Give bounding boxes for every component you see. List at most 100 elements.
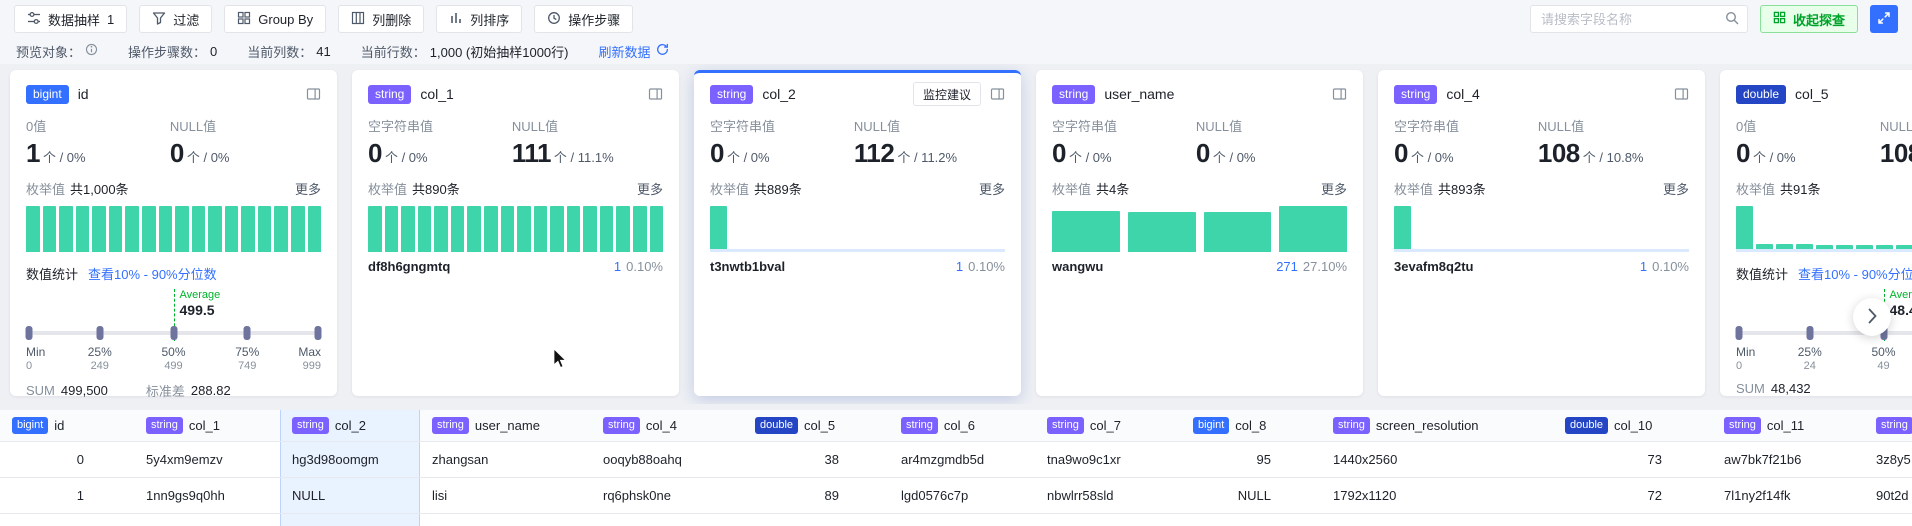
info-icon[interactable] <box>85 43 98 59</box>
operation-steps-button[interactable]: 操作步骤 <box>534 5 633 33</box>
histogram-bar[interactable] <box>710 206 727 249</box>
histogram-bar[interactable] <box>633 206 647 252</box>
quantile-link[interactable]: 查看10% - 90%分位数 <box>88 264 217 283</box>
table-header-cell[interactable]: string col_2 <box>280 410 420 441</box>
table-header-cell[interactable]: bigint id <box>0 410 134 441</box>
histogram-bar[interactable] <box>92 206 106 252</box>
histogram-bar[interactable] <box>258 206 272 252</box>
table-cell[interactable]: 72 <box>1553 478 1712 513</box>
table-cell[interactable]: 38 <box>743 442 889 477</box>
table-cell[interactable]: 89 <box>743 478 889 513</box>
histogram-bar[interactable] <box>1279 206 1347 252</box>
histogram-bar[interactable] <box>43 206 57 252</box>
column-delete-button[interactable]: 列删除 <box>338 5 424 33</box>
histogram-bar[interactable] <box>567 206 581 252</box>
table-cell[interactable]: hg3d98oomgm <box>280 442 420 477</box>
refresh-data-link[interactable]: 刷新数据 <box>599 42 669 61</box>
open-detail-panel-icon[interactable] <box>1332 87 1347 101</box>
cards-scroll-next-button[interactable] <box>1853 298 1891 336</box>
table-cell[interactable]: 73 <box>1553 442 1712 477</box>
table-cell[interactable]: 1nn9gs9q0hh <box>134 478 280 513</box>
histogram-bar[interactable] <box>1876 245 1893 249</box>
histogram-bar[interactable] <box>291 206 305 252</box>
table-cell[interactable]: lisi <box>420 478 591 513</box>
table-cell[interactable]: ooqyb88oahq <box>591 442 743 477</box>
histogram-bar[interactable] <box>583 206 597 252</box>
open-detail-panel-icon[interactable] <box>306 87 321 101</box>
table-cell[interactable]: 0 <box>0 442 134 477</box>
table-cell[interactable]: zhangsan <box>420 442 591 477</box>
histogram-bar[interactable] <box>517 206 531 252</box>
field-card-id[interactable]: bigint id 0值 1个 / 0% NULL值 0个 / 0% 枚举值 共… <box>10 70 337 396</box>
more-link[interactable]: 更多 <box>1663 179 1689 198</box>
table-header-cell[interactable]: string col_1 <box>134 410 280 441</box>
histogram-bar[interactable] <box>142 206 156 252</box>
filter-button[interactable]: 过滤 <box>139 5 212 33</box>
histogram-bar[interactable] <box>368 206 382 252</box>
histogram-bar[interactable] <box>401 206 415 252</box>
histogram-bar[interactable] <box>125 206 139 252</box>
open-detail-panel-icon[interactable] <box>648 87 663 101</box>
histogram-bar[interactable] <box>208 206 222 252</box>
histogram-bar[interactable] <box>600 206 614 252</box>
table-cell[interactable]: ar4mzgmdb5d <box>889 442 1035 477</box>
quantile-slider[interactable] <box>26 325 321 341</box>
field-card-col-1[interactable]: string col_1 空字符串值 0个 / 0% NULL值 111个 / … <box>352 70 679 396</box>
histogram-bar[interactable] <box>550 206 564 252</box>
table-cell[interactable]: 3z8y5 <box>1864 442 1912 477</box>
histogram-bar[interactable] <box>1128 212 1196 252</box>
search-icon[interactable] <box>1725 11 1739 28</box>
histogram-bar[interactable] <box>451 206 465 252</box>
histogram-bar[interactable] <box>308 206 322 252</box>
table-header-cell[interactable]: double col_5 <box>743 410 889 441</box>
slider-handle-75[interactable] <box>244 326 251 340</box>
table-cell[interactable]: NULL <box>1181 478 1321 513</box>
slider-handle-min[interactable] <box>26 326 33 340</box>
enum-histogram[interactable] <box>710 206 1005 252</box>
slider-handle-50[interactable] <box>170 326 177 340</box>
table-header-cell[interactable]: string col_6 <box>889 410 1035 441</box>
table-cell[interactable]: rq6phsk0ne <box>591 478 743 513</box>
enum-histogram[interactable] <box>368 206 663 252</box>
table-cell[interactable]: 90t2d <box>1864 478 1912 513</box>
table-cell[interactable]: lgd0576c7p <box>889 478 1035 513</box>
open-detail-panel-icon[interactable] <box>990 87 1005 101</box>
table-header-cell[interactable]: string col_7 <box>1035 410 1181 441</box>
table-cell[interactable]: 5y4xm9emzv <box>134 442 280 477</box>
quantile-link[interactable]: 查看10% - 90%分位数 <box>1798 264 1912 283</box>
histogram-bar[interactable] <box>59 206 73 252</box>
histogram-bar[interactable] <box>501 206 515 252</box>
field-card-user-name[interactable]: string user_name 空字符串值 0个 / 0% NULL值 0个 … <box>1036 70 1363 396</box>
table-cell[interactable]: nbwlrr58sld <box>1035 478 1181 513</box>
slider-handle-max[interactable] <box>315 326 322 340</box>
table-header-cell[interactable]: string col_12 <box>1864 410 1912 441</box>
histogram-bar[interactable] <box>1816 245 1833 249</box>
histogram-bar[interactable] <box>1052 211 1120 252</box>
histogram-bar[interactable] <box>434 206 448 252</box>
histogram-bar[interactable] <box>1204 212 1272 252</box>
histogram-bar[interactable] <box>274 206 288 252</box>
histogram-bar[interactable] <box>225 206 239 252</box>
table-header-cell[interactable]: string screen_resolution <box>1321 410 1553 441</box>
table-cell[interactable]: 1440x2560 <box>1321 442 1553 477</box>
histogram-bar[interactable] <box>1394 206 1411 249</box>
collapse-exploration-button[interactable]: 收起探查 <box>1760 5 1858 33</box>
histogram-bar[interactable] <box>241 206 255 252</box>
table-cell[interactable]: 1792x1120 <box>1321 478 1553 513</box>
more-link[interactable]: 更多 <box>1321 179 1347 198</box>
more-link[interactable]: 更多 <box>637 179 663 198</box>
data-sampling-button[interactable]: 数据抽样 1 <box>14 5 127 33</box>
histogram-bar[interactable] <box>467 206 481 252</box>
histogram-bar[interactable] <box>534 206 548 252</box>
table-header-cell[interactable]: string col_11 <box>1712 410 1864 441</box>
table-cell[interactable]: aw7bk7f21b6 <box>1712 442 1864 477</box>
histogram-bar[interactable] <box>192 206 206 252</box>
table-cell[interactable]: 95 <box>1181 442 1321 477</box>
histogram-bar[interactable] <box>1836 245 1853 249</box>
histogram-bar[interactable] <box>109 206 123 252</box>
fullscreen-expand-button[interactable] <box>1870 5 1898 33</box>
histogram-bar[interactable] <box>1896 245 1912 249</box>
histogram-bar[interactable] <box>1776 244 1793 249</box>
table-header-cell[interactable]: string col_4 <box>591 410 743 441</box>
table-header-cell[interactable]: double col_10 <box>1553 410 1712 441</box>
